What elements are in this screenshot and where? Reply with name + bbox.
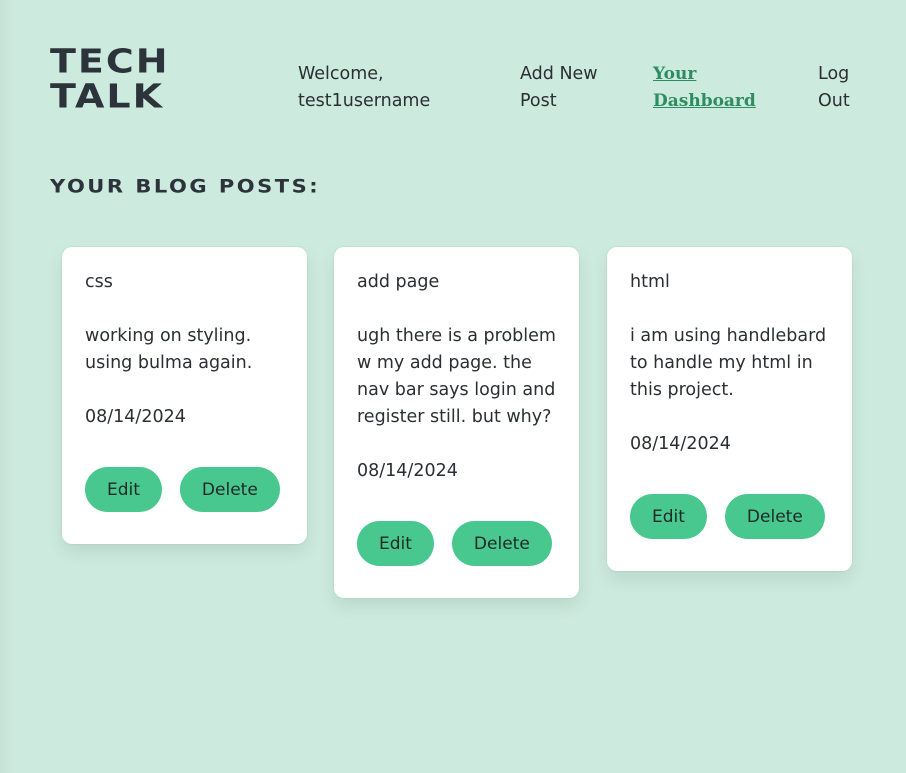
post-title: html [630, 272, 670, 292]
post-actions: Edit Delete [85, 467, 284, 512]
nav-logout-line-2: Out [818, 91, 850, 111]
post-body: working on styling. using bulma again. [85, 326, 253, 373]
blog-post-card: css working on styling. using bulma agai… [62, 247, 307, 544]
post-title: add page [357, 272, 440, 292]
site-logo[interactable]: TECH TALK [50, 44, 170, 115]
post-date: 08/14/2024 [630, 434, 731, 454]
page-edge-shadow [0, 0, 14, 773]
logo-line-2: TALK [50, 77, 165, 116]
blog-post-card: html i am using handlebard to handle my … [607, 247, 852, 571]
post-body: ugh there is a problem w my add page. th… [357, 326, 556, 427]
nav-add-new-post-line-1: Add New [520, 64, 598, 84]
delete-button[interactable]: Delete [179, 467, 280, 512]
section-title: YOUR BLOG POSTS: [50, 176, 321, 198]
edit-button[interactable]: Edit [630, 494, 707, 539]
welcome-username: test1username [298, 91, 431, 111]
nav-your-dashboard-line-1: Your [653, 64, 697, 84]
edit-button[interactable]: Edit [85, 467, 162, 512]
edit-button[interactable]: Edit [357, 521, 434, 566]
post-actions: Edit Delete [630, 494, 829, 539]
nav-your-dashboard-link[interactable]: Your Dashboard [653, 61, 756, 115]
nav-add-new-post-link[interactable]: Add New Post [520, 61, 598, 115]
welcome-text: Welcome, test1username [298, 61, 430, 115]
post-date: 08/14/2024 [85, 407, 186, 427]
nav-logout-line-1: Log [818, 64, 850, 84]
nav-add-new-post-line-2: Post [520, 91, 557, 111]
nav-logout-link[interactable]: Log Out [818, 61, 850, 115]
logo-line-1: TECH [50, 42, 170, 81]
post-body: i am using handlebard to handle my html … [630, 326, 827, 400]
post-title: css [85, 272, 113, 292]
blog-post-card: add page ugh there is a problem w my add… [334, 247, 579, 598]
delete-button[interactable]: Delete [724, 494, 825, 539]
post-actions: Edit Delete [357, 521, 556, 566]
delete-button[interactable]: Delete [451, 521, 552, 566]
nav-your-dashboard-line-2: Dashboard [653, 91, 756, 111]
welcome-line-1: Welcome, [298, 64, 384, 84]
post-date: 08/14/2024 [357, 461, 458, 481]
